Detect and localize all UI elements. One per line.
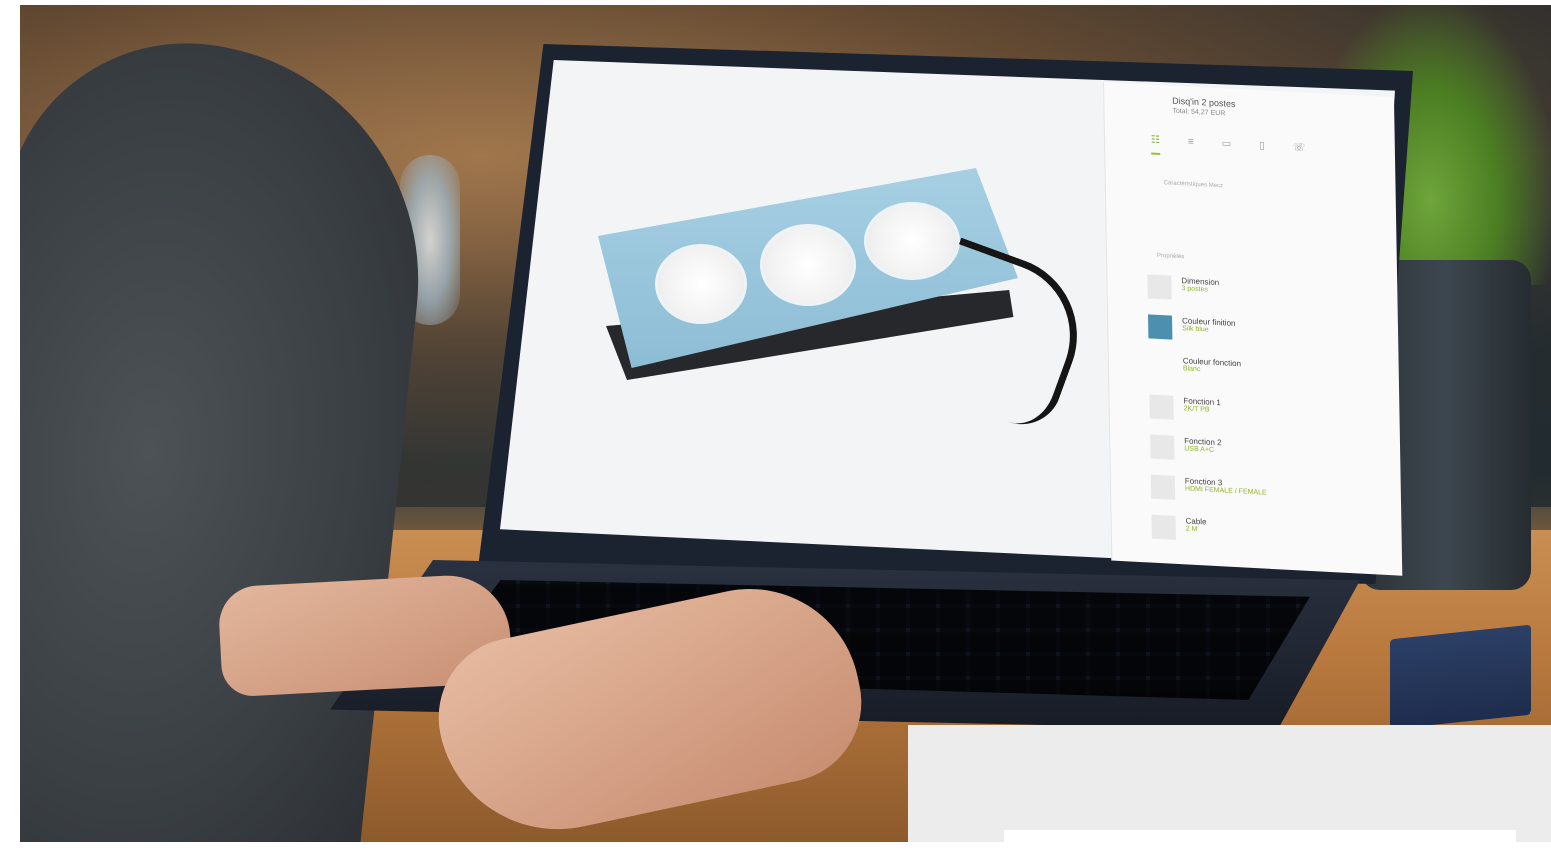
notebook (1390, 624, 1531, 730)
property-thumb (1147, 274, 1172, 300)
grey-overlay-box (908, 725, 1551, 842)
property-value: USB A+C (1184, 445, 1215, 454)
property-row[interactable]: Fonction 3 HDMI FEMALE / FEMALE (1150, 474, 1267, 505)
property-row[interactable]: Dimension 3 postes (1147, 274, 1219, 302)
property-value: 2 M (1185, 525, 1198, 534)
phone-icon[interactable]: ☏ (1293, 142, 1306, 163)
property-row[interactable]: Cable 2 M (1151, 514, 1207, 542)
property-value: Silk blue (1182, 325, 1209, 334)
property-thumb (1149, 394, 1174, 420)
property-thumb (1150, 434, 1175, 460)
list-icon[interactable]: ≡ (1188, 136, 1194, 156)
sliders-icon[interactable]: ☷ (1150, 134, 1161, 156)
power-socket (864, 202, 960, 280)
property-row[interactable]: Fonction 1 2K/T PB (1149, 394, 1221, 422)
property-row[interactable]: Fonction 2 USB A+C (1150, 434, 1222, 463)
section-properties: Propriétés (1156, 252, 1185, 261)
configurator-panel: Disq'in 2 postes Total: 54,27 EUR ☷ ≡ ▭ … (1103, 82, 1403, 576)
property-thumb (1151, 514, 1176, 540)
property-thumb (1150, 474, 1176, 500)
product-total: Total: 54,27 EUR (1172, 107, 1226, 118)
document-icon[interactable]: ▯ (1259, 140, 1265, 160)
color-swatch (1148, 314, 1173, 340)
configurator-tabs: ☷ ≡ ▭ ▯ ☏ (1150, 134, 1391, 168)
property-row[interactable]: Couleur fonction Blanc (1148, 354, 1242, 383)
property-row[interactable]: Couleur finition Silk blue (1148, 314, 1236, 343)
usb-socket (655, 244, 747, 324)
section-characteristics: Caractéristiques Mecz (1163, 180, 1224, 190)
property-value: 2K/T PB (1183, 405, 1210, 414)
image-icon[interactable]: ▭ (1222, 138, 1232, 159)
usb-a-c-socket (760, 224, 856, 306)
white-overlay-card (1004, 830, 1516, 842)
property-value: 3 postes (1181, 285, 1209, 294)
property-thumb (1148, 354, 1174, 380)
product-title: Disq'in 2 postes (1172, 95, 1236, 109)
